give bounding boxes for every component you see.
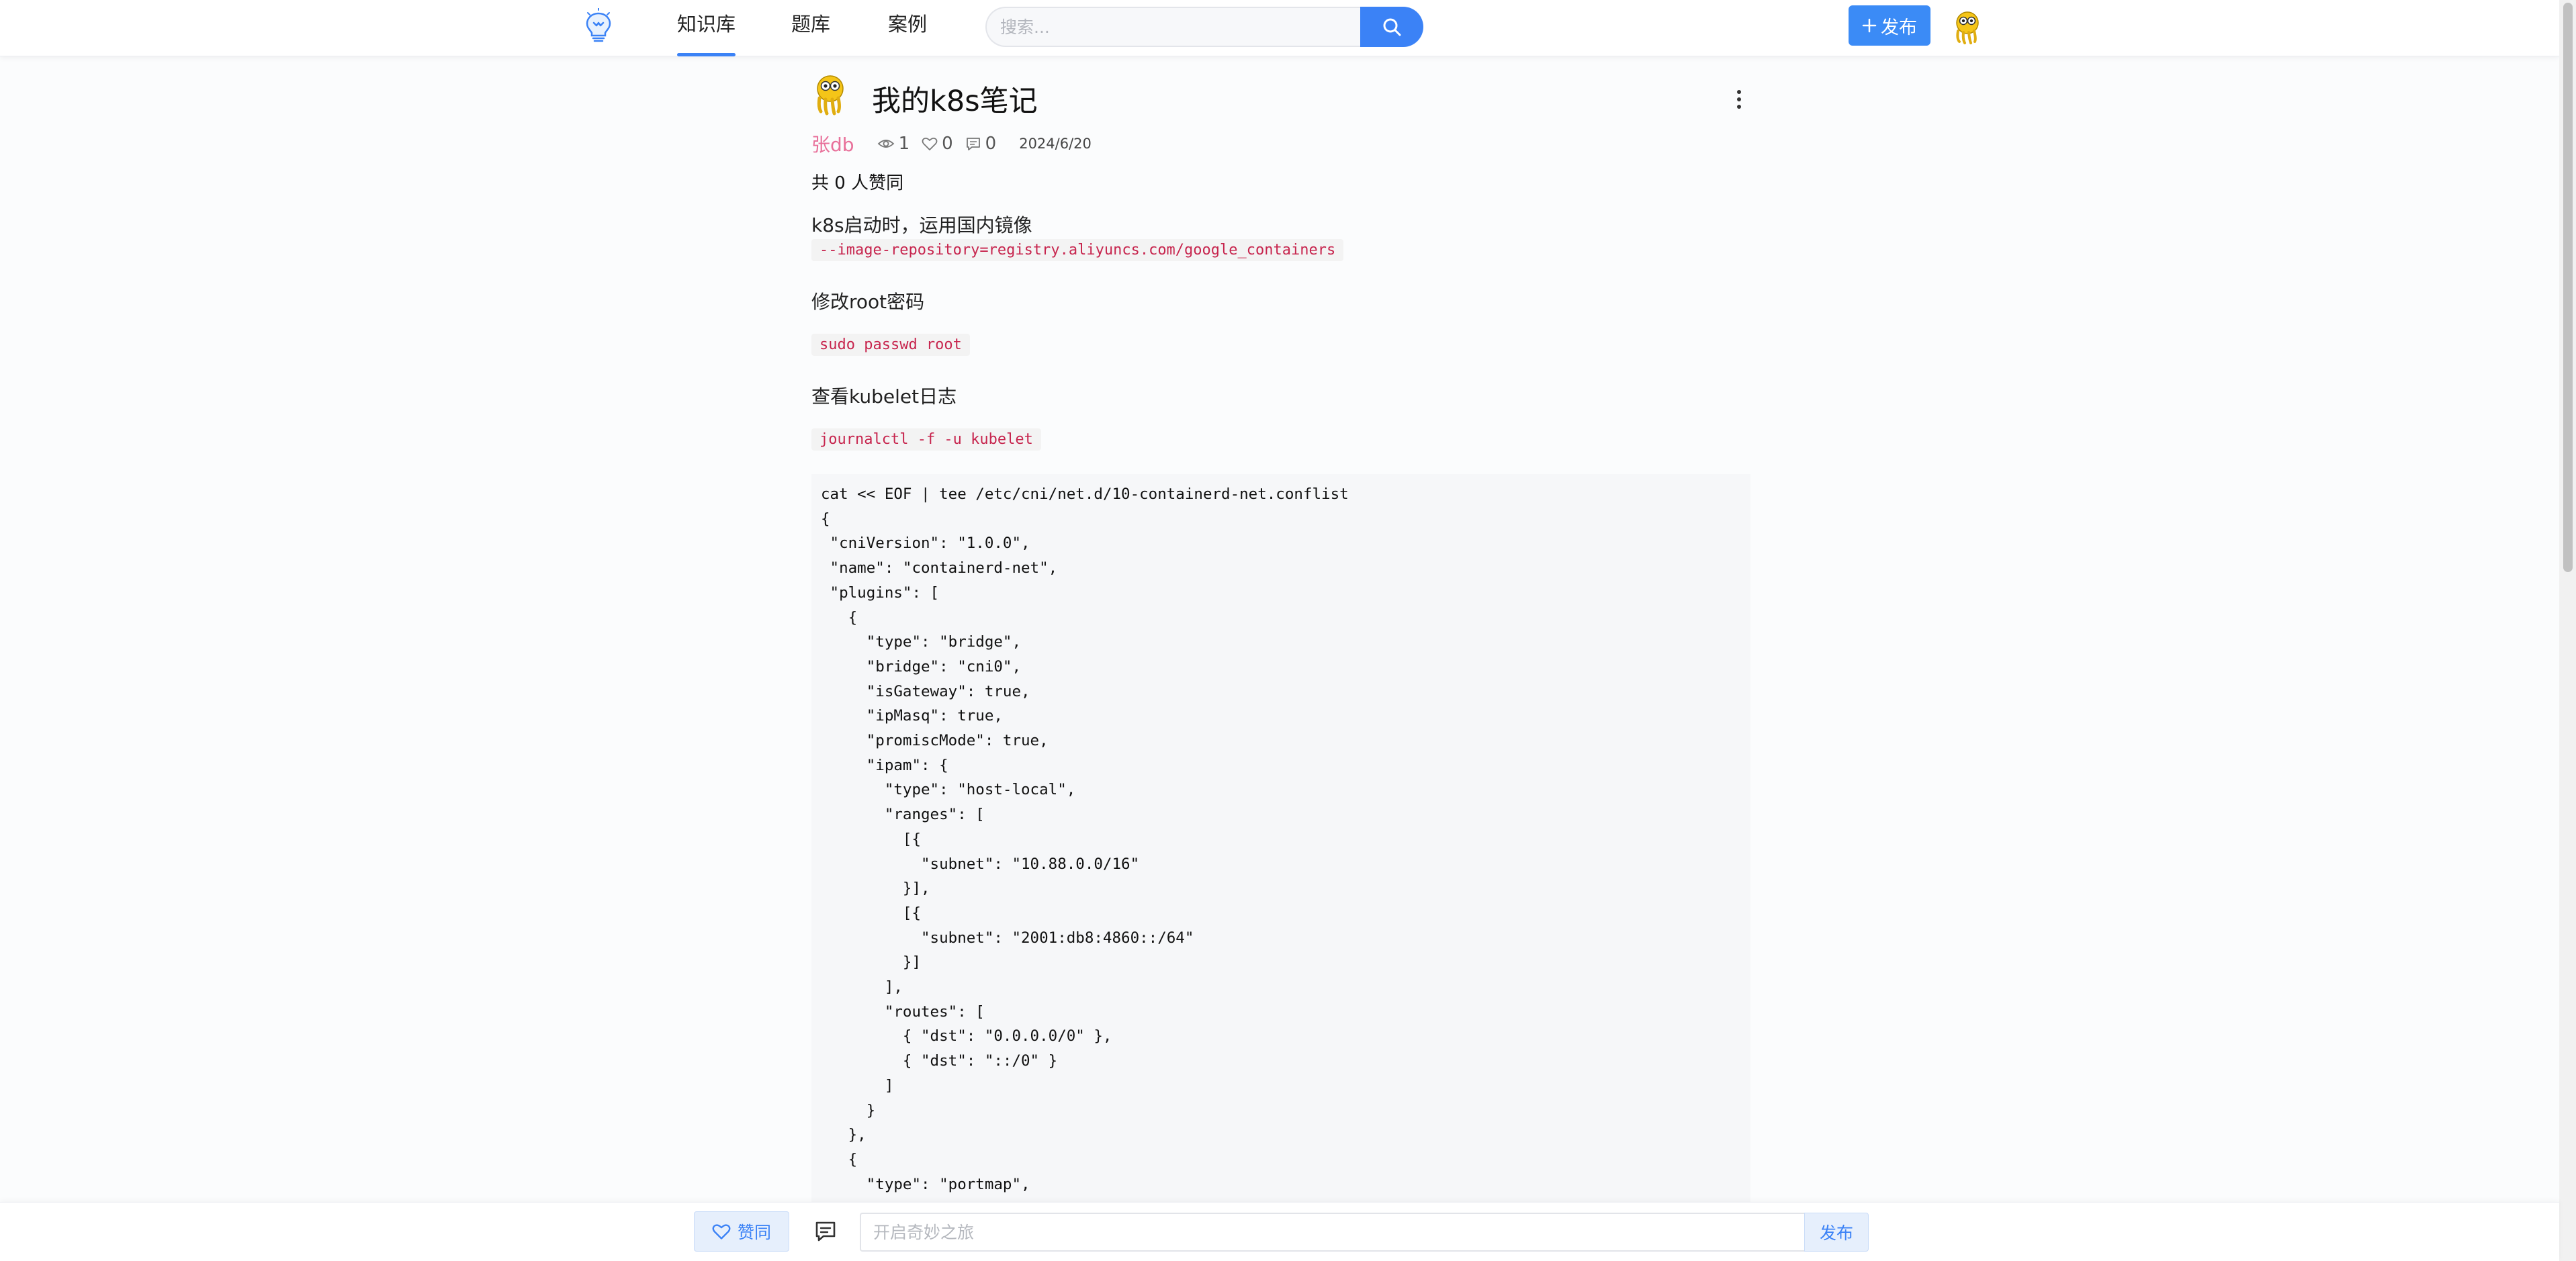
paragraph: 查看kubelet日志 [811, 385, 957, 408]
article-title: 我的k8s笔记 [872, 85, 1038, 118]
search-bar [985, 7, 1423, 47]
like-button[interactable]: 赞同 [694, 1211, 789, 1252]
paragraph: k8s启动时，运用国内镜像 [811, 214, 1032, 236]
tab-question-bank[interactable]: 题库 [791, 12, 830, 56]
publish-button[interactable]: 发布 [1849, 5, 1930, 46]
more-options-icon[interactable] [1729, 86, 1749, 113]
heart-icon [922, 137, 938, 150]
plus-icon [1862, 18, 1877, 33]
like-count-value: 0 [942, 134, 953, 154]
search-icon [1383, 18, 1401, 36]
view-count: 1 [877, 134, 910, 154]
tab-knowledge-base[interactable]: 知识库 [677, 12, 736, 56]
comment-icon[interactable] [813, 1219, 838, 1244]
lightbulb-logo-icon[interactable] [580, 8, 617, 44]
code-block: cat << EOF | tee /etc/cni/net.d/10-conta… [811, 474, 1750, 1205]
comment-icon [966, 138, 980, 150]
inline-code: sudo passwd root [811, 334, 970, 356]
publish-label: 发布 [1881, 17, 1917, 38]
comment-input[interactable] [860, 1213, 1806, 1252]
comment-submit-button[interactable]: 发布 [1804, 1213, 1869, 1252]
view-count-value: 1 [898, 134, 910, 154]
comment-count-value: 0 [985, 134, 997, 154]
author-avatar[interactable] [811, 71, 849, 115]
top-navbar: 知识库 题库 案例 发布 [0, 0, 2559, 56]
like-button-label: 赞同 [737, 1223, 771, 1242]
author-name[interactable]: 张db [811, 130, 854, 157]
like-summary: 共 0 人赞同 [811, 173, 904, 193]
heart-icon [712, 1224, 731, 1240]
code-block-content: cat << EOF | tee /etc/cni/net.d/10-conta… [821, 485, 1349, 1193]
search-button[interactable] [1360, 7, 1423, 47]
scrollbar-thumb[interactable] [2563, 3, 2573, 572]
tab-cases[interactable]: 案例 [888, 12, 927, 56]
article-meta: 张db 1 0 0 2024/6/20 [811, 130, 1092, 157]
eye-icon [877, 140, 894, 148]
comment-count: 0 [965, 134, 997, 154]
like-count-meta: 0 [922, 134, 953, 154]
user-avatar[interactable] [1951, 8, 1984, 44]
search-input[interactable] [985, 7, 1362, 47]
inline-code: --image-repository=registry.aliyuncs.com… [811, 239, 1344, 261]
inline-code: journalctl -f -u kubelet [811, 428, 1041, 451]
paragraph: 修改root密码 [811, 291, 925, 313]
publish-date: 2024/6/20 [1019, 136, 1092, 152]
